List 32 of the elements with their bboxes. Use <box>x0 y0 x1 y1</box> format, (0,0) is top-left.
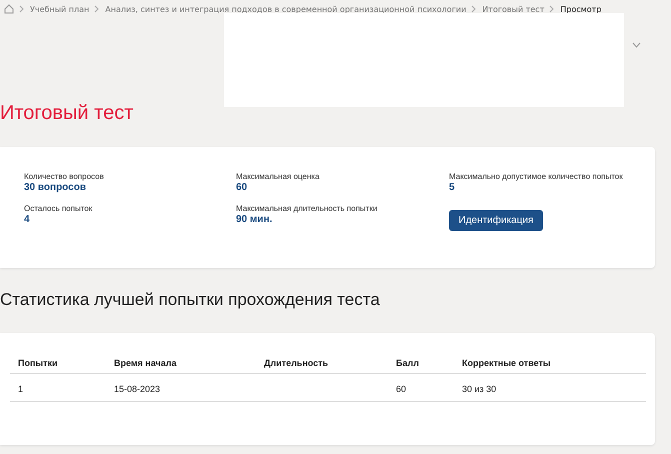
column-header: Время начала <box>106 352 256 374</box>
field-label: Количество вопросов <box>24 172 105 182</box>
chevron-right-icon <box>471 5 478 13</box>
field-label: Максимальная оценка <box>236 172 320 182</box>
field-value: 5 <box>449 182 456 194</box>
field-value: 4 <box>24 214 31 226</box>
breadcrumb-link[interactable]: Анализ, синтез и интеграция подходов в современной организационной психологии <box>105 4 466 14</box>
table-cell: 1 <box>10 374 106 402</box>
column-header: Балл <box>388 352 454 374</box>
field-value: 30 вопросов <box>24 182 87 194</box>
chevron-right-icon <box>19 5 25 13</box>
field-label: Максимальная длительность попытки <box>236 204 378 214</box>
page-title: Итоговый тест <box>0 102 134 125</box>
identification-button[interactable]: Идентификация <box>449 210 543 231</box>
table-cell: 15-08-2023 <box>106 374 256 402</box>
table-cell: 30 из 30 <box>454 374 646 402</box>
field-label: Осталось попыток <box>24 204 94 214</box>
breadcrumb-link[interactable]: Итоговый тест <box>482 4 544 14</box>
chevron-right-icon <box>549 5 556 13</box>
breadcrumb-link[interactable]: Учебный план <box>30 4 90 14</box>
section-title: Статистика лучшей попытки прохождения теста <box>0 290 381 311</box>
column-header: Попытки <box>10 352 106 374</box>
chevron-right-icon <box>94 5 100 13</box>
column-header: Корректные ответы <box>454 352 646 374</box>
field-label: Максимально допустимое количество попыток <box>449 172 624 182</box>
home-icon[interactable] <box>4 4 14 14</box>
table-cell: 60 <box>388 374 454 402</box>
column-header: Длительность <box>256 352 388 374</box>
field-value: 90 мин. <box>236 214 274 226</box>
field-value: 60 <box>236 182 248 194</box>
chevron-down-icon[interactable] <box>632 42 641 48</box>
breadcrumb-current: Просмотр <box>560 4 602 14</box>
